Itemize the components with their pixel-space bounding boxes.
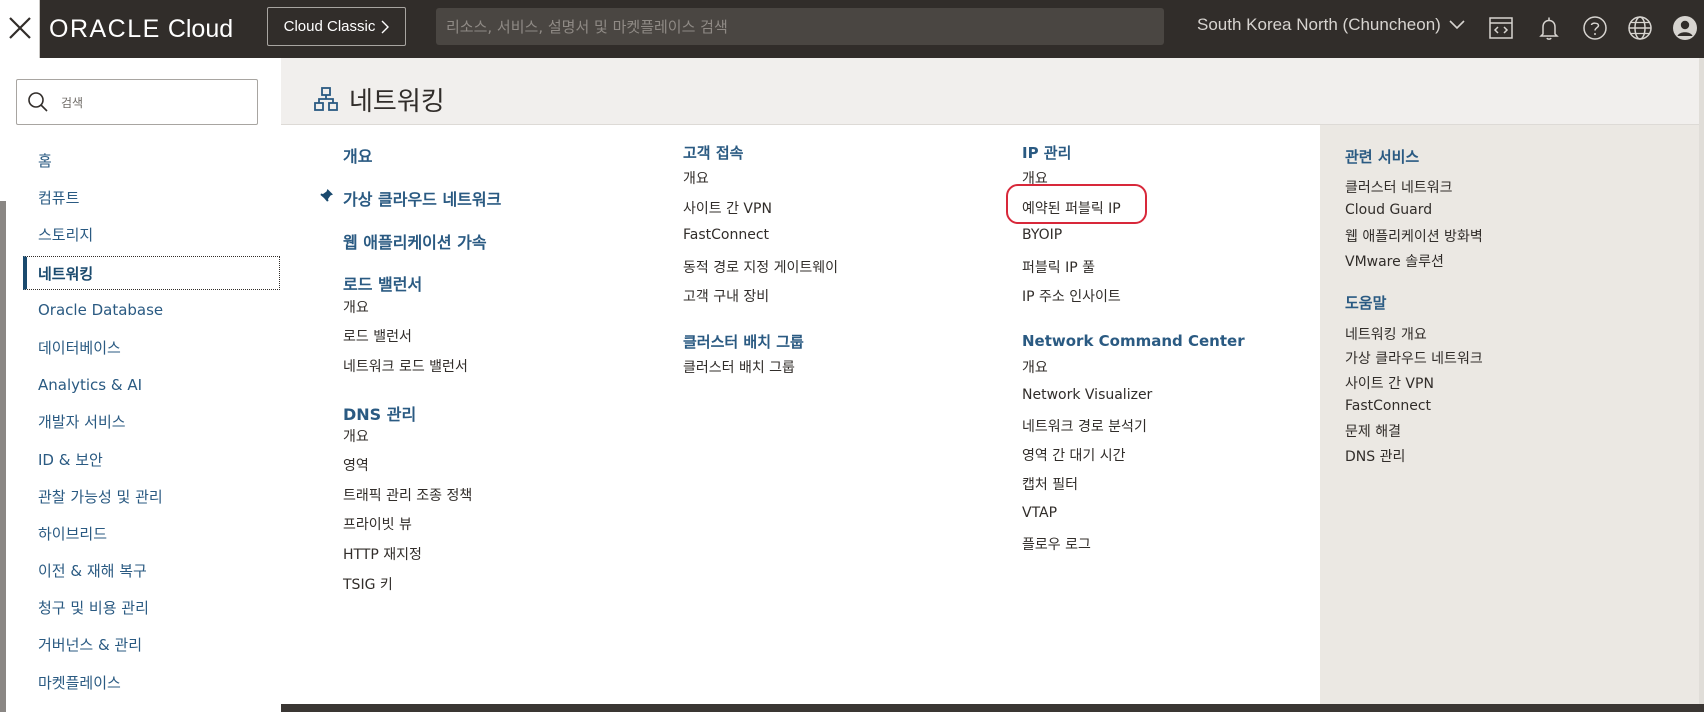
lb-item-load-balancer[interactable]: 로드 밸런서 — [343, 326, 412, 346]
cloud-classic-button[interactable]: Cloud Classic — [267, 7, 406, 46]
dns-item-private-views[interactable]: 프라이빗 뷰 — [343, 514, 412, 534]
ncc-heading: Network Command Center — [1022, 332, 1245, 350]
dns-item-traffic-steering[interactable]: 트래픽 관리 조종 정책 — [343, 485, 472, 505]
ncc-item-vtap[interactable]: VTAP — [1022, 505, 1057, 521]
help-icon[interactable] — [1581, 14, 1609, 42]
cc-heading: 고객 접속 — [683, 144, 744, 162]
ncc-item-path-analyzer[interactable]: 네트워크 경로 분석기 — [1022, 416, 1147, 436]
help-item-vpn[interactable]: 사이트 간 VPN — [1345, 373, 1434, 393]
dns-item-tsig-keys[interactable]: TSIG 키 — [343, 574, 393, 594]
sidebar-item-compute[interactable]: 컴퓨트 — [38, 187, 79, 208]
lb-item-overview[interactable]: 개요 — [343, 297, 369, 317]
cpg-heading: 클러스터 배치 그룹 — [683, 333, 804, 351]
notifications-bell-icon[interactable] — [1535, 14, 1563, 42]
top-bar: ORACLE Cloud Cloud Classic 리소스, 서비스, 설명서… — [0, 0, 1704, 58]
sidebar-item-billing[interactable]: 청구 및 비용 관리 — [38, 597, 149, 618]
language-globe-icon[interactable] — [1626, 14, 1654, 42]
cc-item-overview[interactable]: 개요 — [683, 168, 709, 188]
ncc-item-network-visualizer[interactable]: Network Visualizer — [1022, 387, 1152, 403]
sidebar-item-analytics-ai[interactable]: Analytics & AI — [38, 376, 142, 394]
dns-item-overview[interactable]: 개요 — [343, 426, 369, 446]
region-selector[interactable]: South Korea North (Chuncheon) — [1197, 15, 1465, 35]
logo-product: Cloud — [167, 14, 234, 43]
help-heading: 도움말 — [1345, 294, 1387, 312]
sidebar-item-migration-dr[interactable]: 이전 & 재해 복구 — [38, 560, 147, 581]
col1-overview-link[interactable]: 개요 — [343, 143, 372, 167]
sidebar-search-input[interactable]: 검색 — [16, 79, 258, 125]
ip-heading: IP 관리 — [1022, 144, 1072, 162]
help-item-fastconnect[interactable]: FastConnect — [1345, 398, 1431, 414]
chevron-right-icon — [381, 20, 390, 33]
ncc-item-flow-logs[interactable]: 플로우 로그 — [1022, 534, 1091, 554]
sidebar-item-governance[interactable]: 거버넌스 & 관리 — [38, 634, 142, 655]
search-icon — [28, 92, 48, 112]
dns-item-http-redirect[interactable]: HTTP 재지정 — [343, 544, 422, 564]
dns-item-zones[interactable]: 영역 — [343, 455, 369, 475]
help-item-dns[interactable]: DNS 관리 — [1345, 446, 1405, 466]
dns-heading: DNS 관리 — [343, 405, 417, 424]
ncc-item-overview[interactable]: 개요 — [1022, 357, 1048, 377]
sidebar-item-networking[interactable]: 네트워킹 — [23, 256, 280, 290]
global-search-input[interactable]: 리소스, 서비스, 설명서 및 마켓플레이스 검색 — [436, 8, 1164, 45]
networking-menu-panel: 네트워킹 — [281, 58, 1704, 712]
cc-item-fastconnect[interactable]: FastConnect — [683, 227, 769, 243]
related-item-waf[interactable]: 웹 애플리케이션 방화벽 — [1345, 226, 1483, 246]
related-item-cluster-network[interactable]: 클러스터 네트워크 — [1345, 177, 1453, 197]
close-icon — [9, 17, 31, 39]
cc-item-drg[interactable]: 동적 경로 지정 게이트웨이 — [683, 257, 838, 277]
ncc-item-inter-region-latency[interactable]: 영역 간 대기 시간 — [1022, 445, 1126, 465]
main-scrollbar[interactable] — [1699, 58, 1704, 712]
related-item-vmware[interactable]: VMware 솔루션 — [1345, 251, 1444, 271]
ncc-item-capture-filters[interactable]: 캡처 필터 — [1022, 474, 1078, 494]
ip-item-public-ip-pools[interactable]: 퍼블릭 IP 풀 — [1022, 257, 1095, 277]
oracle-cloud-logo[interactable]: ORACLE Cloud — [49, 14, 233, 44]
service-sidebar: 검색 홈 컴퓨트 스토리지 네트워킹 Oracle Database 데이터베이… — [0, 58, 280, 712]
region-label: South Korea North (Chuncheon) — [1197, 15, 1441, 34]
cpg-item-groups[interactable]: 클러스터 배치 그룹 — [683, 357, 795, 377]
help-item-troubleshooting[interactable]: 문제 해결 — [1345, 421, 1401, 441]
page-title: 네트워킹 — [349, 87, 445, 117]
sidebar-item-identity-security[interactable]: ID & 보안 — [38, 449, 103, 470]
col1-waa-link[interactable]: 웹 애플리케이션 가속 — [343, 229, 487, 253]
cc-item-vpn[interactable]: 사이트 간 VPN — [683, 198, 772, 218]
developer-tools-icon[interactable] — [1487, 14, 1515, 42]
sidebar-item-hybrid[interactable]: 하이브리드 — [38, 523, 107, 544]
pin-icon[interactable] — [319, 188, 334, 203]
lb-heading: 로드 밸런서 — [343, 275, 423, 294]
logo-brand: ORACLE — [49, 14, 161, 43]
help-item-vcn[interactable]: 가상 클라우드 네트워크 — [1345, 348, 1483, 368]
sidebar-item-storage[interactable]: 스토리지 — [38, 224, 93, 245]
sidebar-item-developer-services[interactable]: 개발자 서비스 — [38, 411, 126, 432]
sidebar-item-observability[interactable]: 관찰 가능성 및 관리 — [38, 486, 163, 507]
global-search-placeholder: 리소스, 서비스, 설명서 및 마켓플레이스 검색 — [446, 18, 728, 36]
related-item-cloud-guard[interactable]: Cloud Guard — [1345, 202, 1432, 218]
sidebar-item-marketplace[interactable]: 마켓플레이스 — [38, 672, 121, 693]
sidebar-scrollbar[interactable] — [0, 201, 6, 712]
ip-item-reserved-public-ip[interactable]: 예약된 퍼블릭 IP — [1022, 198, 1121, 218]
ip-item-ip-insights[interactable]: IP 주소 인사이트 — [1022, 286, 1121, 306]
ip-item-byoip[interactable]: BYOIP — [1022, 227, 1062, 243]
network-hierarchy-icon — [314, 87, 338, 111]
page-header: 네트워킹 — [281, 58, 1704, 125]
sidebar-search-placeholder: 검색 — [61, 95, 84, 110]
user-profile-icon[interactable] — [1671, 14, 1699, 42]
sidebar-item-databases[interactable]: 데이터베이스 — [38, 337, 121, 358]
cc-item-cpe[interactable]: 고객 구내 장비 — [683, 286, 769, 306]
sidebar-item-home[interactable]: 홈 — [38, 150, 52, 171]
close-menu-button[interactable] — [0, 0, 40, 58]
related-heading: 관련 서비스 — [1345, 148, 1420, 166]
help-item-networking-overview[interactable]: 네트워킹 개요 — [1345, 324, 1427, 344]
chevron-down-icon — [1449, 20, 1465, 30]
cloud-classic-label: Cloud Classic — [283, 18, 376, 35]
lb-item-network-lb[interactable]: 네트워크 로드 밸런서 — [343, 356, 468, 376]
sidebar-item-oracle-database[interactable]: Oracle Database — [38, 301, 163, 319]
col1-vcn-link[interactable]: 가상 클라우드 네트워크 — [343, 186, 501, 210]
bottom-scrollbar[interactable] — [281, 704, 1704, 712]
